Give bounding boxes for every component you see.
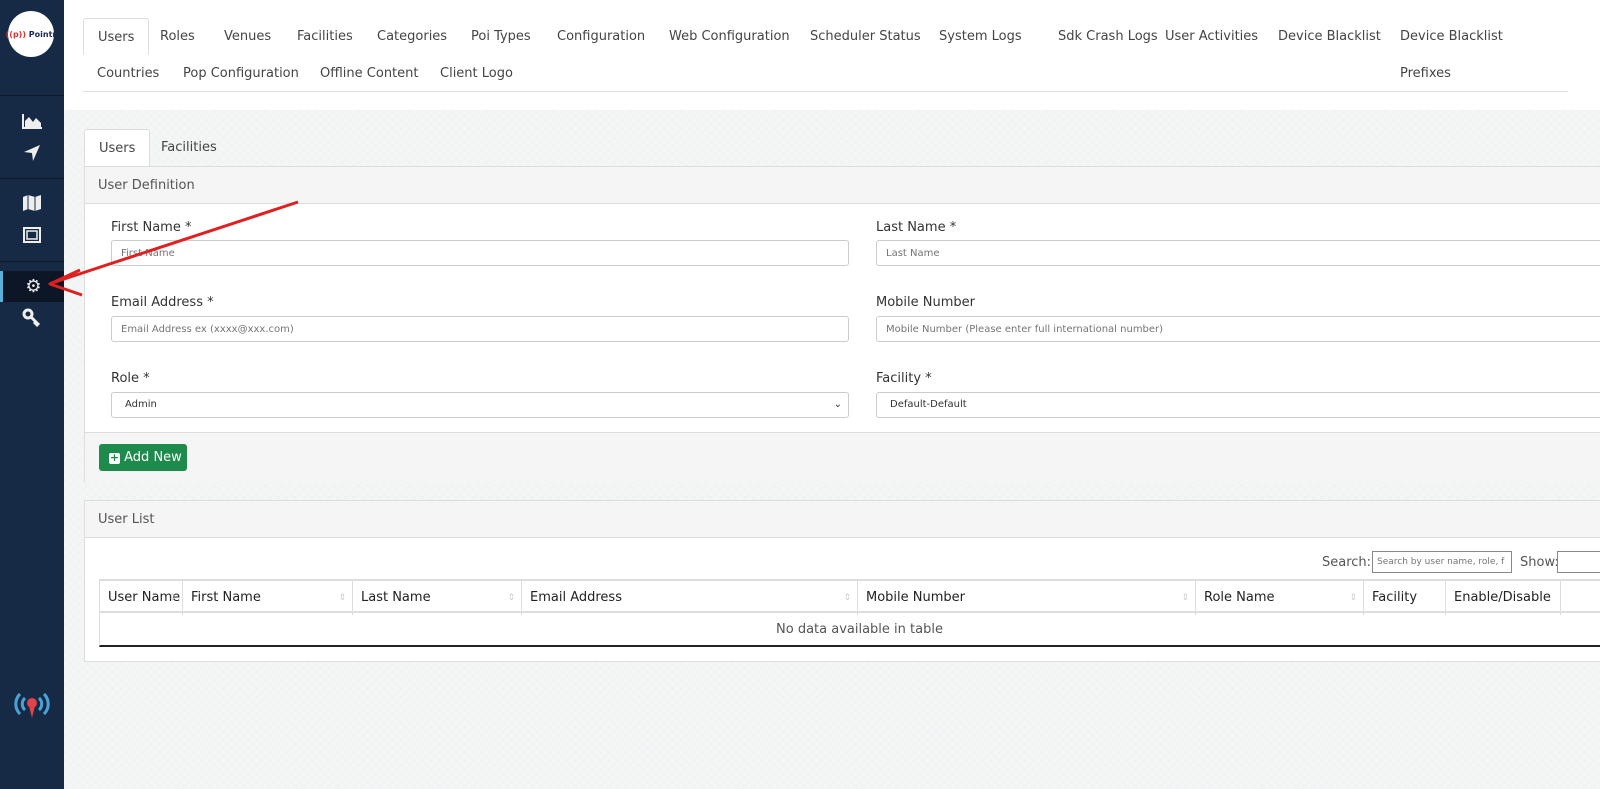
annotation-arrow bbox=[48, 200, 299, 297]
